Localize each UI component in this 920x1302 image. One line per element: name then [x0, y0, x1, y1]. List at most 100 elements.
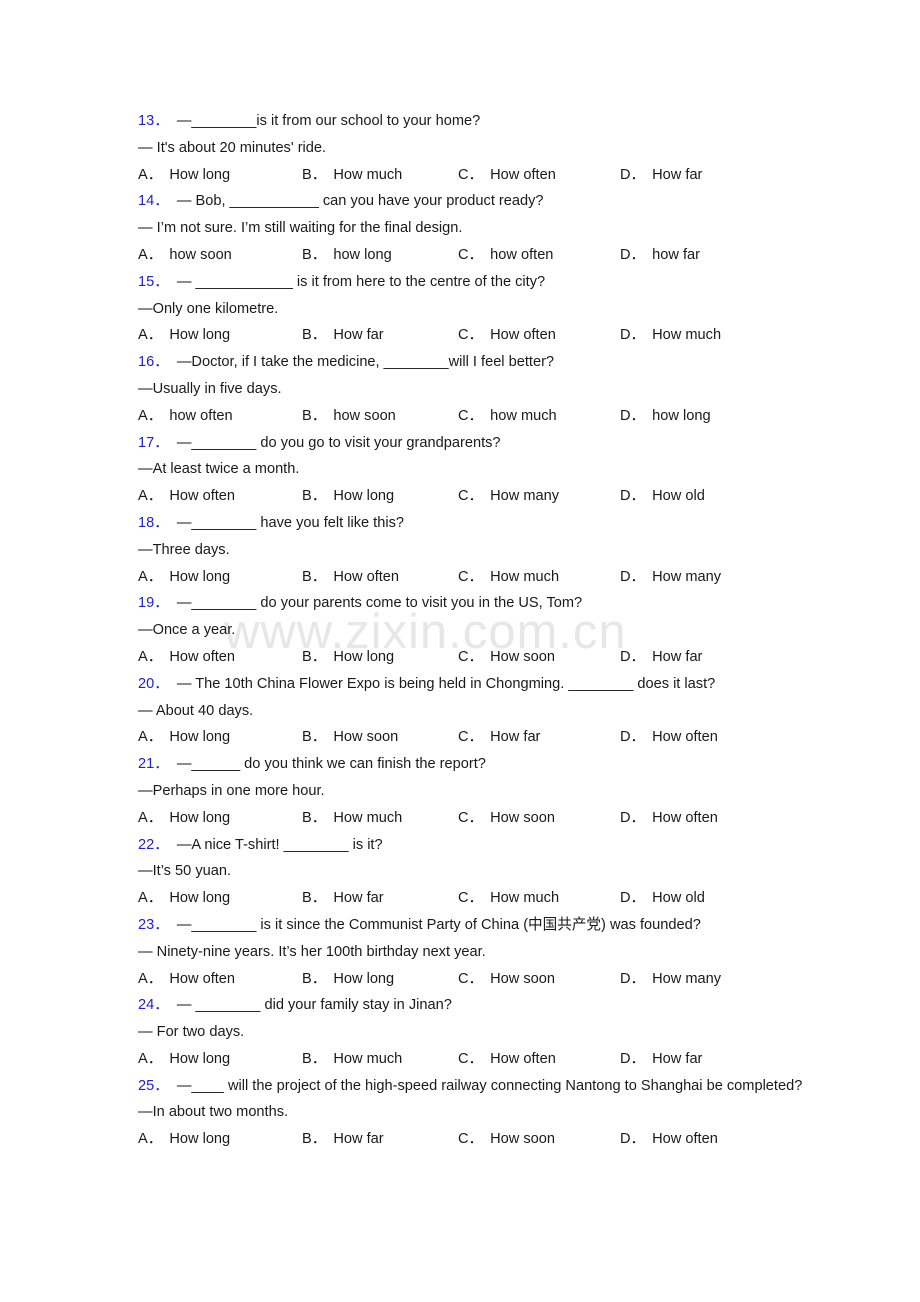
option-letter: D． — [620, 809, 646, 826]
option-a[interactable]: A． How long — [138, 885, 230, 912]
option-text: How often — [169, 488, 236, 505]
option-row: A． How often B． How long C． How soon D． How man… — [138, 966, 838, 993]
option-b[interactable]: B． How long — [302, 644, 394, 671]
option-d[interactable]: D． How often — [620, 805, 718, 832]
option-c[interactable]: C． how much — [458, 403, 557, 430]
option-d[interactable]: D． how long — [620, 403, 711, 430]
option-letter: A． — [138, 970, 163, 987]
question-stem: 20． — The 10th China Flower Expo is being… — [138, 671, 838, 698]
option-text: How far — [333, 327, 384, 344]
question-stem: 16． —Doctor, if I take the medicine, ____… — [138, 349, 838, 376]
option-text: How much — [333, 809, 403, 826]
option-b[interactable]: B． how soon — [302, 403, 396, 430]
option-d[interactable]: D． How old — [620, 885, 705, 912]
option-c[interactable]: C． How far — [458, 724, 540, 751]
option-b[interactable]: B． How far — [302, 1126, 384, 1153]
option-letter: D． — [620, 729, 646, 746]
question-stem: 21． —______ do you think we can finish th… — [138, 751, 838, 778]
option-text: How soon — [490, 648, 556, 665]
option-a[interactable]: A． How long — [138, 1126, 230, 1153]
question-answer-line: — Ninety-nine years. It’s her 100th birt… — [138, 943, 486, 960]
question-stem: 14． — Bob, ___________ can you have your … — [138, 188, 838, 215]
option-text: How far — [652, 648, 703, 665]
option-b[interactable]: B． How long — [302, 483, 394, 510]
option-a[interactable]: A． how soon — [138, 242, 232, 269]
option-a[interactable]: A． How often — [138, 483, 235, 510]
option-c[interactable]: C． How soon — [458, 644, 555, 671]
option-text: How old — [652, 488, 705, 505]
option-text: How long — [169, 1050, 231, 1067]
option-row: A． how soon B． how long C． how often D． how far — [138, 242, 838, 269]
question-block: 21． —______ do you think we can finish th… — [138, 751, 838, 831]
question-text: —______ do you think we can finish the r… — [176, 756, 486, 773]
option-row: A． How often B． How long C． How soon D． How far — [138, 644, 838, 671]
option-d[interactable]: D． How many — [620, 966, 721, 993]
question-answer-line: — For two days. — [138, 1024, 245, 1041]
option-d[interactable]: D． How often — [620, 1126, 718, 1153]
option-letter: A． — [138, 166, 163, 183]
option-b[interactable]: B． How often — [302, 564, 399, 591]
option-text: How long — [169, 166, 231, 183]
option-d[interactable]: D． How far — [620, 1046, 702, 1073]
option-d[interactable]: D． How far — [620, 162, 702, 189]
option-a[interactable]: A． How long — [138, 322, 230, 349]
option-c[interactable]: C． how often — [458, 242, 553, 269]
option-a[interactable]: A． How long — [138, 162, 230, 189]
option-c[interactable]: C． How much — [458, 564, 559, 591]
option-text: How much — [490, 568, 560, 585]
option-a[interactable]: A． How often — [138, 966, 235, 993]
option-b[interactable]: B． How soon — [302, 724, 398, 751]
option-row: A． How long B． How much C． How often D． How far — [138, 162, 838, 189]
option-a[interactable]: A． How long — [138, 564, 230, 591]
option-letter: B． — [302, 648, 327, 665]
option-a[interactable]: A． How long — [138, 724, 230, 751]
option-letter: D． — [620, 407, 646, 424]
option-d[interactable]: D． How often — [620, 724, 718, 751]
option-row: A． How long B． How far C． How often D． How much — [138, 322, 838, 349]
question-answer-line: —Once a year. — [138, 622, 236, 639]
option-b[interactable]: B． How far — [302, 322, 384, 349]
option-b[interactable]: B． How far — [302, 885, 384, 912]
worksheet-page: www.zixin.com.cn 13． —________is it from … — [0, 0, 920, 1302]
option-a[interactable]: A． How often — [138, 644, 235, 671]
option-b[interactable]: B． How much — [302, 805, 402, 832]
option-d[interactable]: D． How many — [620, 564, 721, 591]
question-text: —____ will the project of the high-speed… — [176, 1077, 803, 1094]
option-a[interactable]: A． how often — [138, 403, 233, 430]
option-letter: A． — [138, 809, 163, 826]
option-c[interactable]: C． How many — [458, 483, 559, 510]
option-letter: B． — [302, 1131, 327, 1148]
option-d[interactable]: D． How far — [620, 644, 702, 671]
option-d[interactable]: D． How old — [620, 483, 705, 510]
option-c[interactable]: C． How often — [458, 162, 556, 189]
option-c[interactable]: C． How soon — [458, 966, 555, 993]
option-b[interactable]: B． How much — [302, 1046, 402, 1073]
option-text: How soon — [490, 1131, 556, 1148]
option-c[interactable]: C． How often — [458, 1046, 556, 1073]
option-b[interactable]: B． How much — [302, 162, 402, 189]
option-text: How many — [652, 568, 722, 585]
option-letter: D． — [620, 246, 646, 263]
question-answer-line: — About 40 days. — [138, 702, 254, 719]
option-letter: D． — [620, 1131, 646, 1148]
option-b[interactable]: B． how long — [302, 242, 392, 269]
question-text: —A nice T-shirt! ________ is it? — [176, 836, 383, 853]
option-text: how much — [490, 407, 557, 424]
option-c[interactable]: C． How much — [458, 885, 559, 912]
option-text: How soon — [490, 970, 556, 987]
option-a[interactable]: A． How long — [138, 805, 230, 832]
question-answer-line: —At least twice a month. — [138, 461, 300, 478]
option-c[interactable]: C． How soon — [458, 805, 555, 832]
option-c[interactable]: C． How often — [458, 322, 556, 349]
option-b[interactable]: B． How long — [302, 966, 394, 993]
question-block: 17． —________ do you go to visit your gra… — [138, 430, 838, 510]
option-c[interactable]: C． How soon — [458, 1126, 555, 1153]
question-number: 22． — [138, 836, 169, 853]
option-text: How often — [652, 1131, 718, 1148]
option-text: How soon — [490, 809, 556, 826]
option-d[interactable]: D． how far — [620, 242, 700, 269]
option-text: how long — [652, 407, 711, 424]
option-d[interactable]: D． How much — [620, 322, 721, 349]
question-answer-line: —In about two months. — [138, 1104, 289, 1121]
option-a[interactable]: A． How long — [138, 1046, 230, 1073]
